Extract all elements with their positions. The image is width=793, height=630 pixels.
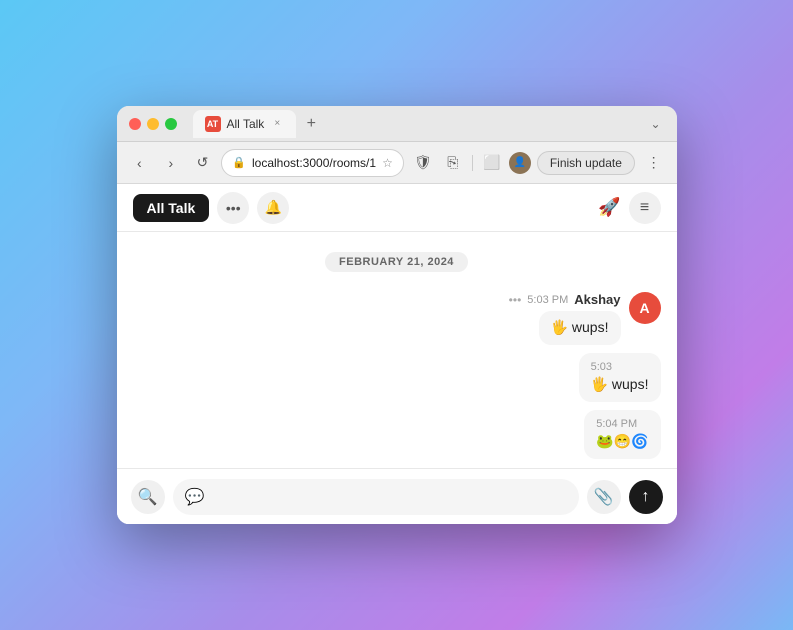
message-content-1: 🖐 wups! bbox=[551, 319, 609, 335]
toolbar-icons: 🛡 ⎘ ⬜ 👤 bbox=[410, 150, 531, 176]
message-content-2: 🖐 wups! bbox=[591, 376, 649, 392]
tab-close-icon[interactable]: × bbox=[270, 117, 284, 131]
user-avatar: A bbox=[629, 292, 661, 324]
more-options-button[interactable]: ••• bbox=[217, 192, 249, 224]
send-button[interactable]: ↑ bbox=[629, 480, 663, 514]
attachment-button[interactable]: 📎 bbox=[587, 480, 621, 514]
lock-icon: 🔒 bbox=[232, 156, 246, 169]
date-divider: FEBRUARY 21, 2024 bbox=[133, 252, 661, 272]
sidebar-icon[interactable]: ⬜ bbox=[479, 150, 505, 176]
forward-button[interactable]: › bbox=[158, 150, 184, 176]
date-pill: FEBRUARY 21, 2024 bbox=[325, 252, 468, 272]
message-bubble-1: 🖐 wups! bbox=[539, 311, 621, 345]
user-avatar-icon[interactable]: 👤 bbox=[509, 152, 531, 174]
bookmark-icon[interactable]: ☆ bbox=[382, 156, 393, 170]
compose-icon: 💬 bbox=[185, 487, 205, 507]
url-text: localhost:3000/rooms/1 bbox=[252, 156, 376, 170]
tab-title: All Talk bbox=[227, 117, 265, 131]
reload-button[interactable]: ↺ bbox=[190, 150, 216, 176]
toolbar: ‹ › ↺ 🔒 localhost:3000/rooms/1 ☆ 🛡 ⎘ ⬜ 👤… bbox=[117, 142, 677, 184]
finish-update-label: Finish update bbox=[550, 156, 622, 170]
title-bar: AT All Talk × + ⌄ bbox=[117, 106, 677, 142]
message-time-3: 5:04 PM bbox=[596, 418, 648, 430]
notifications-button[interactable]: 🔔 bbox=[257, 192, 289, 224]
maximize-button[interactable] bbox=[165, 118, 177, 130]
tab-area: AT All Talk × + bbox=[193, 110, 639, 138]
toolbar-divider bbox=[472, 155, 473, 171]
hamburger-menu-button[interactable]: ≡ bbox=[629, 192, 661, 224]
tab-favicon: AT bbox=[205, 116, 221, 132]
message-meta: ••• 5:03 PM Akshay bbox=[509, 292, 621, 307]
message-time: 5:03 PM bbox=[527, 294, 568, 306]
message-content-3: 🐸😁🌀 bbox=[596, 433, 648, 449]
message-bubble-2: 5:03 🖐 wups! bbox=[579, 353, 661, 402]
message-time-2: 5:03 bbox=[591, 361, 649, 373]
header-icons: ••• 🔔 bbox=[217, 192, 289, 224]
browser-more-button[interactable]: ⋮ bbox=[641, 150, 667, 176]
message-author: Akshay bbox=[574, 292, 620, 307]
rocket-logo: 🚀 bbox=[598, 197, 620, 218]
message-group: ••• 5:03 PM Akshay 🖐 wups! A bbox=[133, 292, 661, 459]
message-input[interactable] bbox=[212, 489, 566, 505]
chat-container: All Talk ••• 🔔 🚀 ≡ FEBRUARY 21, 2024 bbox=[117, 184, 677, 524]
profile-icon[interactable]: ⎘ bbox=[440, 150, 466, 176]
message-bubble-3: 5:04 PM 🐸😁🌀 bbox=[584, 410, 660, 459]
search-button[interactable]: 🔍 bbox=[131, 480, 165, 514]
minimize-button[interactable] bbox=[147, 118, 159, 130]
message-more-icon[interactable]: ••• bbox=[509, 293, 522, 307]
address-bar[interactable]: 🔒 localhost:3000/rooms/1 ☆ bbox=[221, 149, 404, 177]
input-area: 🔍 💬 📎 ↑ bbox=[117, 468, 677, 524]
tab-dropdown-icon[interactable]: ⌄ bbox=[646, 113, 664, 135]
finish-update-button[interactable]: Finish update bbox=[537, 151, 635, 175]
traffic-lights bbox=[129, 118, 177, 130]
new-tab-button[interactable]: + bbox=[300, 113, 322, 135]
back-button[interactable]: ‹ bbox=[127, 150, 153, 176]
chat-header: All Talk ••• 🔔 🚀 ≡ bbox=[117, 184, 677, 232]
browser-window: AT All Talk × + ⌄ ‹ › ↺ 🔒 localhost:3000… bbox=[117, 106, 677, 524]
all-talk-button[interactable]: All Talk bbox=[133, 194, 210, 222]
close-button[interactable] bbox=[129, 118, 141, 130]
header-right: 🚀 ≡ bbox=[598, 192, 660, 224]
message-input-wrapper[interactable]: 💬 bbox=[173, 479, 579, 515]
messages-area: FEBRUARY 21, 2024 ••• 5:03 PM Akshay bbox=[117, 232, 677, 468]
active-tab[interactable]: AT All Talk × bbox=[193, 110, 297, 138]
extensions-icon[interactable]: 🛡 bbox=[410, 150, 436, 176]
